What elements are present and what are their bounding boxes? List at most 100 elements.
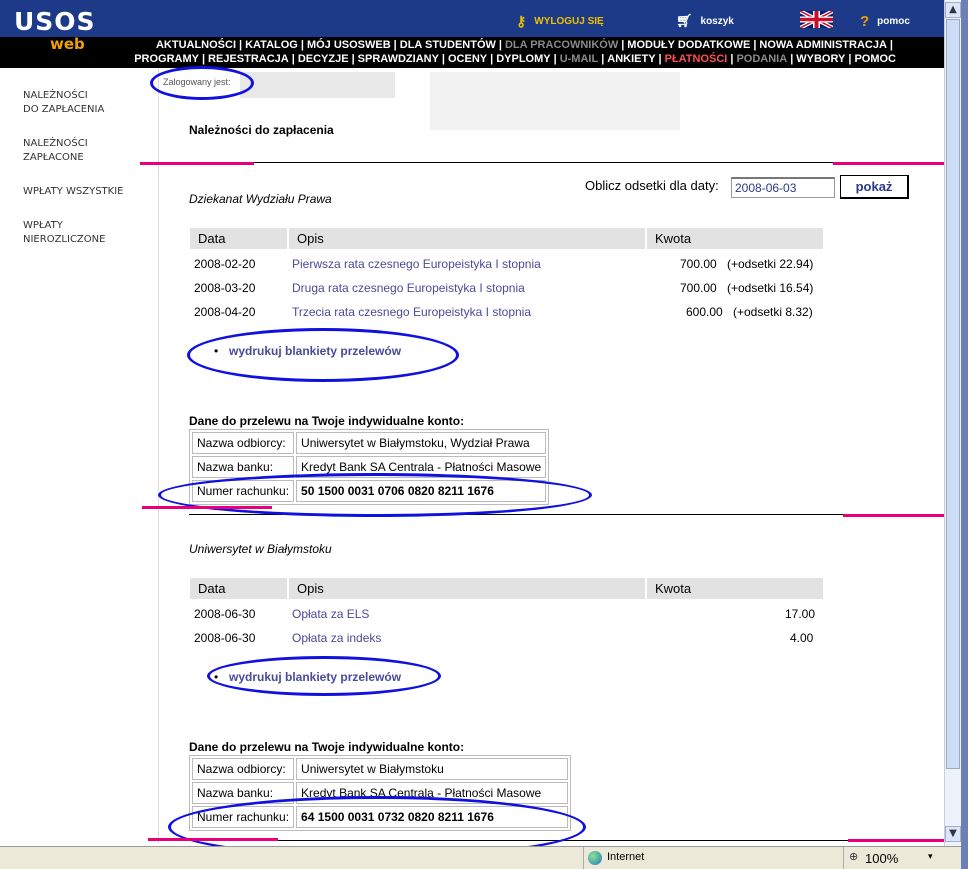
- nav-separator: |: [498, 39, 502, 51]
- zoom-icon: ⊕: [849, 851, 859, 863]
- nav-separator: |: [300, 39, 304, 51]
- row-date: 2008-02-20: [194, 257, 256, 271]
- nav-link-ankiety[interactable]: ANKIETY: [607, 53, 655, 65]
- row-date: 2008-06-30: [194, 607, 256, 621]
- top-header: USOS web ⚷ WYLOGUJ SIĘ 🛒︎ koszyk ? pomoc…: [0, 0, 944, 68]
- interest-date-input[interactable]: 2008-06-03: [731, 177, 835, 198]
- flag-uk-icon[interactable]: [800, 11, 833, 28]
- row-interest: (+odsetki 16.54): [727, 281, 814, 295]
- nav-separator: |: [490, 53, 494, 65]
- nav-separator: |: [658, 53, 662, 65]
- cart-link[interactable]: 🛒︎ koszyk: [676, 13, 734, 29]
- nav-link-mój-usosweb[interactable]: MÓJ USOSWEB: [307, 39, 391, 51]
- annotation-underline: [833, 162, 951, 165]
- divider: [843, 847, 844, 869]
- nav-link-sprawdziany[interactable]: SPRAWDZIANY: [358, 53, 439, 65]
- zone-label: Internet: [607, 851, 645, 863]
- row-amount: 700.00: [680, 281, 717, 295]
- main-nav-row-2: PROGRAMY | REJESTRACJA | DECYZJE | SPRAWDZIANY…: [116, 53, 896, 65]
- nav-separator: |: [790, 53, 794, 65]
- nav-link-nowa-administracja[interactable]: NOWA ADMINISTRACJA: [759, 39, 887, 51]
- sidebar-item-label: ZAPŁACONE: [23, 152, 84, 163]
- vertical-scrollbar[interactable]: ▲ ▼: [944, 0, 961, 846]
- sidebar-item-label: NALEŻNOŚCI: [23, 138, 88, 149]
- nav-link-podania[interactable]: PODANIA: [736, 53, 787, 65]
- help-link[interactable]: ? pomoc: [860, 13, 910, 30]
- nav-link-dla-studentów[interactable]: DLA STUDENTÓW: [400, 39, 496, 51]
- row-interest: (+odsetki 22.94): [727, 257, 814, 271]
- nav-link-rejestracja[interactable]: REJESTRACJA: [208, 53, 289, 65]
- row-description-link[interactable]: Opłata za ELS: [292, 607, 369, 621]
- key-icon: ⚷: [516, 13, 527, 29]
- annotation-underline: [843, 514, 955, 517]
- annotation-ellipse: [187, 328, 459, 382]
- nav-link-aktualności[interactable]: AKTUALNOŚCI: [156, 39, 236, 51]
- sidebar: NALEŻNOŚCI DO ZAPŁACENIA NALEŻNOŚCI ZAPŁ…: [0, 68, 158, 844]
- annotation-underline: [142, 506, 272, 509]
- nav-separator: |: [441, 53, 445, 65]
- sidebar-item-dues-to-pay[interactable]: NALEŻNOŚCI DO ZAPŁACENIA: [23, 89, 153, 117]
- sidebar-item-dues-paid[interactable]: NALEŻNOŚCI ZAPŁACONE: [23, 137, 153, 165]
- redacted-area: [430, 72, 680, 130]
- nav-separator: |: [621, 39, 625, 51]
- column-header-date: Data: [190, 578, 287, 599]
- nav-link-płatności[interactable]: PŁATNOŚCI: [665, 53, 728, 65]
- annotation-ellipse: [150, 66, 254, 100]
- row-interest: (+odsetki 8.32): [733, 305, 813, 319]
- nav-link-pomoc[interactable]: POMOC: [854, 53, 896, 65]
- row-amount: 700.00: [680, 257, 717, 271]
- scroll-down-icon[interactable]: ▼: [945, 826, 961, 842]
- globe-icon: [588, 851, 602, 865]
- nav-link-dla-pracowników[interactable]: DLA PRACOWNIKÓW: [505, 39, 618, 51]
- nav-link-decyzje[interactable]: DECYZJE: [298, 53, 349, 65]
- logo-sub: web: [50, 35, 85, 53]
- show-button[interactable]: pokaż: [840, 175, 909, 199]
- nav-link-moduły-dodatkowe[interactable]: MODUŁY DODATKOWE: [627, 39, 750, 51]
- annotation-underline: [848, 839, 958, 842]
- nav-link-wybory[interactable]: WYBORY: [796, 53, 845, 65]
- nav-separator: |: [393, 39, 397, 51]
- sidebar-item-label: NIEROZLICZONE: [23, 234, 106, 245]
- sidebar-item-label: WPŁATY: [23, 220, 63, 231]
- divider: [189, 162, 944, 163]
- nav-separator: |: [601, 53, 605, 65]
- cart-label: koszyk: [700, 15, 734, 27]
- row-description-link[interactable]: Druga rata czesnego Europeistyka I stopn…: [292, 281, 525, 295]
- redacted-username: [240, 72, 395, 98]
- recipient-value: Uniwersytet w Białymstoku: [296, 758, 569, 780]
- row-description-link[interactable]: Opłata za indeks: [292, 631, 381, 645]
- nav-separator: |: [291, 53, 295, 65]
- row-amount: 4.00: [790, 631, 814, 645]
- table-row: Nazwa odbiorcy: Uniwersytet w Białymstok…: [192, 432, 547, 454]
- row-date: 2008-04-20: [194, 305, 256, 319]
- nav-separator: |: [753, 39, 757, 51]
- transfer-heading: Dane do przelewu na Twoje indywidualne k…: [189, 740, 465, 754]
- sidebar-item-label: DO ZAPŁACENIA: [23, 104, 105, 115]
- sidebar-item-all-payments[interactable]: WPŁATY WSZYSTKIE: [23, 185, 153, 199]
- zoom-level[interactable]: 100%: [865, 851, 898, 866]
- column-header-date: Data: [190, 228, 287, 249]
- logout-link[interactable]: ⚷ WYLOGUJ SIĘ: [516, 13, 604, 30]
- nav-link-oceny[interactable]: OCENY: [448, 53, 487, 65]
- column-header-amount: Kwota: [647, 228, 823, 249]
- nav-separator: |: [239, 39, 243, 51]
- row-description-link[interactable]: Pierwsza rata czesnego Europeistyka I st…: [292, 257, 541, 271]
- logo[interactable]: USOS: [14, 7, 96, 36]
- recipient-label: Nazwa odbiorcy:: [192, 758, 295, 780]
- nav-link-dyplomy[interactable]: DYPLOMY: [496, 53, 550, 65]
- row-date: 2008-06-30: [194, 631, 256, 645]
- section-title: Dziekanat Wydziału Prawa: [189, 192, 332, 206]
- row-amount: 600.00: [686, 305, 723, 319]
- scroll-up-icon[interactable]: ▲: [945, 2, 961, 18]
- row-amount: 17.00: [785, 607, 816, 621]
- chevron-down-icon[interactable]: ▾: [928, 851, 933, 862]
- nav-link-katalog[interactable]: KATALOG: [245, 39, 298, 51]
- nav-link-u-mail[interactable]: U-MAIL: [560, 53, 599, 65]
- nav-separator: |: [553, 53, 557, 65]
- annotation-underline: [148, 838, 278, 841]
- nav-link-programy[interactable]: PROGRAMY: [134, 53, 199, 65]
- row-description-link[interactable]: Trzecia rata czesnego Europeistyka I sto…: [292, 305, 531, 319]
- table-row: Nazwa odbiorcy: Uniwersytet w Białymstok…: [192, 758, 569, 780]
- scrollbar-thumb[interactable]: [946, 19, 960, 769]
- sidebar-item-unsettled-payments[interactable]: WPŁATY NIEROZLICZONE: [23, 219, 153, 247]
